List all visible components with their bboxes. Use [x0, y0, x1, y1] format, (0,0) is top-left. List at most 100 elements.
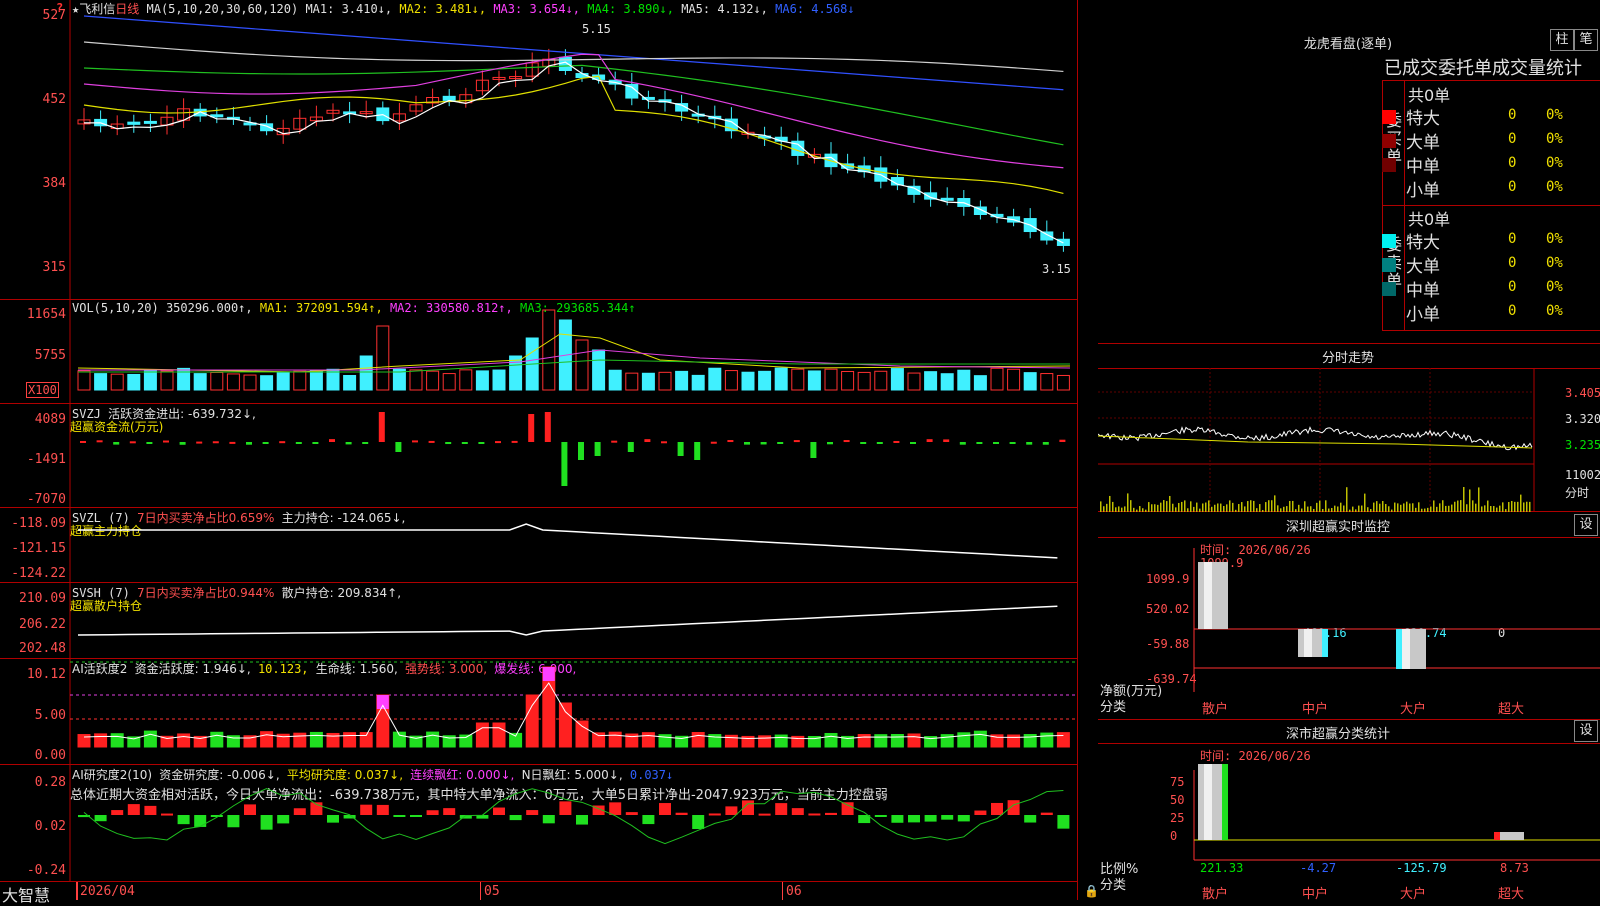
minute-volume-bar — [1202, 503, 1204, 512]
ai-research-bars — [69, 765, 1070, 882]
volume-bar — [243, 374, 257, 391]
volume-bar — [924, 371, 938, 391]
activity-bar — [260, 731, 274, 748]
flow-bar — [1009, 442, 1016, 444]
sz-monitor-panel[interactable]: 深圳超赢实时监控 设 时间: 2026/06/26 1099.9 520.02 … — [1098, 512, 1600, 720]
minute-volume-bar — [1319, 500, 1321, 512]
minute-volume-bar — [1109, 495, 1111, 512]
flow-bar — [677, 442, 684, 456]
ai-research-panel[interactable]: AI研究度2(10) 资金研究度: -0.006↓, 平均研究度: 0.037↓… — [0, 765, 1078, 882]
research-bar — [161, 813, 173, 816]
minute-volume-bar — [1265, 502, 1267, 512]
minute-volume-bar — [1184, 500, 1186, 512]
flow-bar — [893, 440, 900, 443]
flow-bar — [80, 440, 86, 443]
life-line — [83, 682, 1064, 740]
research-bar — [542, 815, 555, 824]
flow-bar — [461, 442, 468, 444]
volume-bar — [276, 371, 290, 391]
volume-bar — [293, 370, 307, 391]
ma-line — [84, 61, 1064, 244]
category-percent: 0% — [1546, 107, 1563, 123]
volume-bar — [625, 372, 639, 391]
date-divider — [76, 882, 78, 900]
volume-bar — [193, 373, 207, 391]
minute-volume-bar — [1163, 500, 1165, 512]
flow-bar — [777, 442, 784, 444]
research-bar — [559, 801, 572, 815]
volume-bar — [1007, 368, 1021, 391]
flow-bar — [959, 442, 966, 445]
net-bar-highlight — [1304, 629, 1312, 657]
flow-bar — [163, 440, 169, 443]
activity-bar — [143, 730, 157, 748]
research-bar — [260, 815, 273, 830]
candlestick-chart[interactable] — [0, 0, 1078, 300]
research-bar — [227, 815, 240, 828]
category-percent: 0% — [1546, 231, 1563, 247]
flow-bar — [395, 442, 402, 452]
research-bar — [293, 808, 306, 815]
minute-volume-bar — [1190, 501, 1192, 512]
flow-bar — [511, 440, 518, 443]
research-bar — [509, 815, 522, 821]
activity-bar — [691, 732, 705, 748]
activity-bar — [426, 731, 440, 748]
research-bar — [625, 812, 638, 815]
research-bar — [376, 804, 389, 815]
activity-bar — [1040, 732, 1054, 748]
sz-stats-panel[interactable]: 深市超赢分类统计 设 时间: 2026/06/26 75 50 25 0 221… — [1098, 720, 1600, 902]
volume-bar — [741, 371, 755, 391]
volume-bar — [143, 369, 157, 391]
flow-bar — [943, 439, 950, 442]
minute-volume-bar — [1487, 500, 1489, 512]
minute-volume-bar — [1463, 487, 1465, 512]
activity-bar — [558, 702, 572, 748]
research-bar — [675, 812, 688, 815]
svzl-panel[interactable]: SVZL (7) 7日内买卖净占比0.659% 主力持仓: -124.065↓,… — [0, 508, 1078, 583]
lock-icon[interactable]: 🔒 — [1084, 884, 1099, 898]
volume-bar — [841, 370, 855, 391]
category-name: 特大 — [1406, 233, 1440, 253]
activity-bar — [459, 734, 473, 748]
volume-bar — [110, 373, 124, 391]
flow-bar — [993, 442, 999, 444]
net-bar — [1198, 562, 1228, 629]
flow-bar — [727, 440, 734, 443]
minute-volume-bar — [1412, 503, 1414, 512]
volume-bar — [260, 375, 274, 391]
category-name: 中单 — [1406, 157, 1440, 177]
category-color-swatch — [1382, 258, 1396, 272]
minute-volume-bar — [1178, 502, 1180, 512]
flow-bar — [445, 442, 452, 445]
research-bar — [692, 815, 705, 830]
minute-volume-bar — [1106, 503, 1108, 512]
research-bar — [111, 810, 124, 815]
minute-volume-bar — [1406, 501, 1408, 512]
flow-bar — [793, 440, 800, 443]
minute-volume-bar — [1364, 493, 1366, 512]
ratio-bar-highlight — [1204, 764, 1212, 840]
price-panel[interactable]: ? ★飞利信日线 MA(5,10,20,30,60,120) MA1: 3.41… — [0, 0, 1078, 300]
category-count: 0 — [1508, 255, 1517, 271]
flow-bar — [1026, 442, 1033, 445]
longhu-panel: 龙虎看盘(逐单) 柱 笔 已成交委托单成交量统计 共0单 委买单 特大00%大单… — [1098, 0, 1600, 344]
activity-bar — [641, 732, 655, 748]
tick-mode-button[interactable]: 笔 — [1574, 29, 1598, 51]
research-bar — [609, 802, 622, 815]
minute-volume-bar — [1400, 504, 1402, 512]
flow-bar — [578, 442, 584, 460]
bar-mode-button[interactable]: 柱 — [1550, 29, 1574, 51]
svsh-panel[interactable]: SVSH (7) 7日内买卖净占比0.944% 散户持仓: 209.834↑, … — [0, 583, 1078, 659]
activity-bar — [973, 730, 987, 748]
flow-bar — [594, 442, 601, 456]
flow-bar — [146, 442, 153, 444]
svzj-panel[interactable]: SVZJ 活跃资金进出: -639.732↓, 超赢资金流(万元) 4089 -… — [0, 404, 1078, 508]
volume-panel[interactable]: VOL(5,10,20) 350296.000↑, MA1: 372091.59… — [0, 300, 1078, 404]
research-bar — [393, 815, 406, 817]
fenshi-panel[interactable]: 分时走势 3.405 3.320 3.235 11002 分时 — [1098, 344, 1600, 512]
ai-activity-panel[interactable]: AI活跃度2 资金活跃度: 1.946↓, 10.123, 生命线: 1.560… — [0, 659, 1078, 765]
minute-volume-bar — [1472, 500, 1474, 512]
research-bar — [177, 815, 190, 825]
flow-bar — [694, 442, 701, 460]
